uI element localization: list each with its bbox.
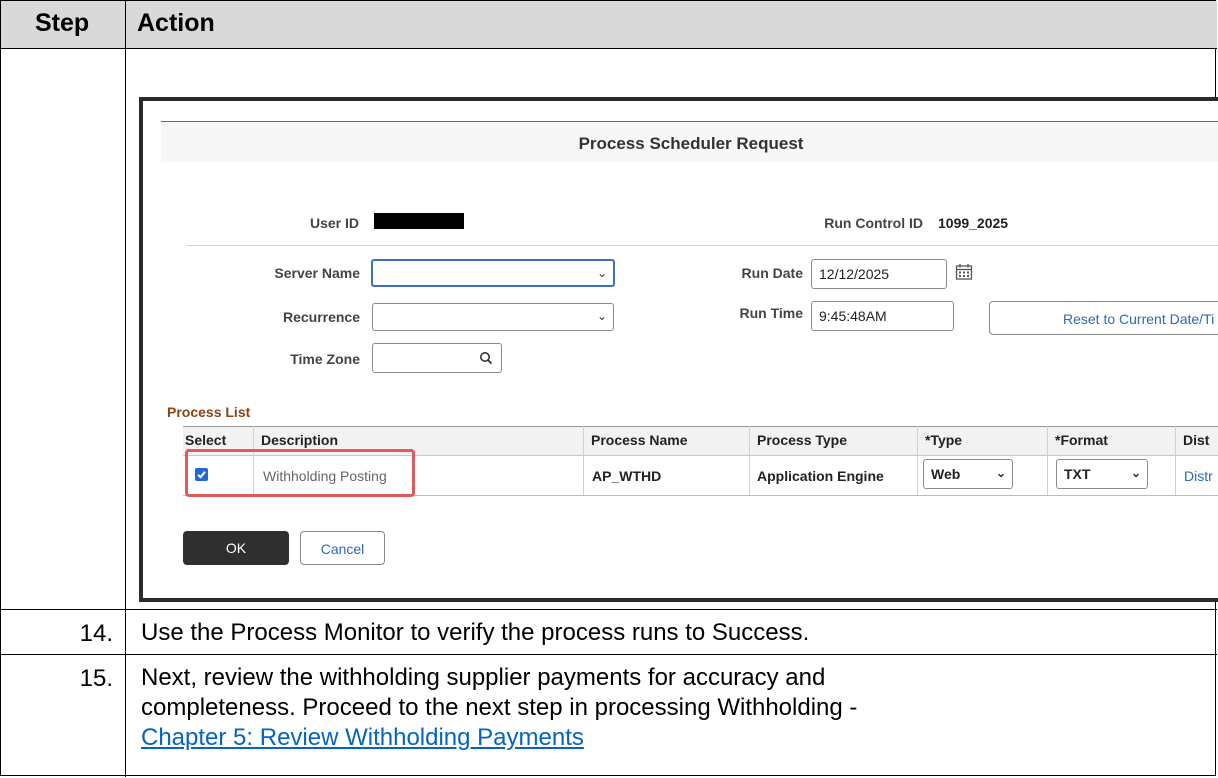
user-id-redacted bbox=[374, 213, 464, 229]
chapter-link[interactable]: Chapter 5: Review Withholding Payments bbox=[141, 723, 1201, 753]
grid-col-divider bbox=[1175, 426, 1176, 496]
format-value: TXT bbox=[1064, 466, 1091, 482]
col-process-name: Process Name bbox=[591, 432, 688, 448]
grid-col-divider bbox=[917, 426, 918, 496]
step-text: Next, review the withholding supplier pa… bbox=[141, 663, 1201, 753]
step-number: 14. bbox=[79, 620, 113, 647]
col-dist: Dist bbox=[1183, 432, 1210, 448]
search-icon[interactable] bbox=[479, 351, 493, 365]
grid-col-divider bbox=[749, 426, 750, 496]
separator bbox=[187, 245, 1218, 246]
reset-date-time-label: Reset to Current Date/Ti bbox=[1063, 311, 1215, 327]
run-control-label: Run Control ID bbox=[824, 215, 923, 231]
chevron-down-icon: ⌄ bbox=[596, 309, 607, 323]
header-step-cell: Step bbox=[1, 1, 125, 49]
run-date-value: 12/12/2025 bbox=[819, 266, 890, 282]
process-scheduler-screenshot: Process Scheduler Request User ID Run Co… bbox=[139, 97, 1218, 602]
distribution-link[interactable]: Distr bbox=[1184, 468, 1213, 484]
chevron-down-icon: ⌄ bbox=[995, 466, 1006, 480]
header-step: Step bbox=[35, 9, 90, 37]
chevron-down-icon: ⌄ bbox=[596, 266, 607, 280]
grid-col-divider bbox=[1047, 426, 1048, 496]
run-control-value: 1099_2025 bbox=[938, 215, 1009, 231]
col-type: *Type bbox=[925, 432, 963, 448]
page-title: Process Scheduler Request bbox=[578, 134, 804, 153]
col-process-type: Process Type bbox=[757, 432, 848, 448]
calendar-icon[interactable] bbox=[955, 263, 973, 281]
reset-date-time-button[interactable]: Reset to Current Date/Ti bbox=[989, 301, 1218, 335]
row-process-name: AP_WTHD bbox=[592, 468, 662, 484]
page-title-bar: Process Scheduler Request bbox=[161, 121, 1218, 162]
time-zone-input[interactable] bbox=[372, 343, 502, 373]
ok-button[interactable]: OK bbox=[183, 531, 289, 565]
cancel-label: Cancel bbox=[320, 541, 365, 557]
type-value: Web bbox=[931, 466, 961, 482]
column-divider bbox=[125, 1, 126, 777]
chevron-down-icon: ⌄ bbox=[1130, 466, 1141, 480]
type-select[interactable]: Web ⌄ bbox=[923, 459, 1013, 489]
row-divider bbox=[1, 609, 1217, 610]
step-text-line: completeness. Proceed to the next step i… bbox=[141, 694, 858, 721]
header-action-cell: Action bbox=[126, 1, 1217, 49]
user-id-label: User ID bbox=[309, 215, 359, 231]
process-list-title: Process List bbox=[167, 404, 251, 420]
col-format: *Format bbox=[1055, 432, 1108, 448]
run-date-input[interactable]: 12/12/2025 bbox=[811, 259, 947, 289]
server-name-label: Server Name bbox=[274, 265, 360, 281]
run-time-value: 9:45:48AM bbox=[819, 308, 887, 324]
row-divider bbox=[1, 654, 1217, 655]
row-process-type: Application Engine bbox=[757, 468, 884, 484]
highlight-box bbox=[185, 449, 415, 497]
step-text-line: Next, review the withholding supplier pa… bbox=[141, 664, 826, 691]
cancel-button[interactable]: Cancel bbox=[300, 531, 385, 565]
time-zone-label: Time Zone bbox=[290, 351, 360, 367]
grid-col-divider bbox=[583, 426, 584, 496]
step-text: Use the Process Monitor to verify the pr… bbox=[141, 619, 810, 646]
run-time-label: Run Time bbox=[739, 305, 803, 321]
ok-label: OK bbox=[225, 540, 247, 556]
server-name-select[interactable]: ⌄ bbox=[371, 259, 615, 287]
col-select: Select bbox=[185, 432, 227, 448]
run-date-label: Run Date bbox=[741, 265, 803, 281]
format-select[interactable]: TXT ⌄ bbox=[1056, 459, 1148, 489]
header-action: Action bbox=[137, 9, 215, 37]
step-number: 15. bbox=[79, 665, 113, 692]
document-table: Step Action Process Scheduler Request Us… bbox=[0, 0, 1218, 777]
recurrence-label: Recurrence bbox=[282, 309, 360, 325]
recurrence-select[interactable]: ⌄ bbox=[372, 303, 614, 331]
run-time-input[interactable]: 9:45:48AM bbox=[811, 301, 954, 331]
col-description: Description bbox=[261, 432, 339, 448]
